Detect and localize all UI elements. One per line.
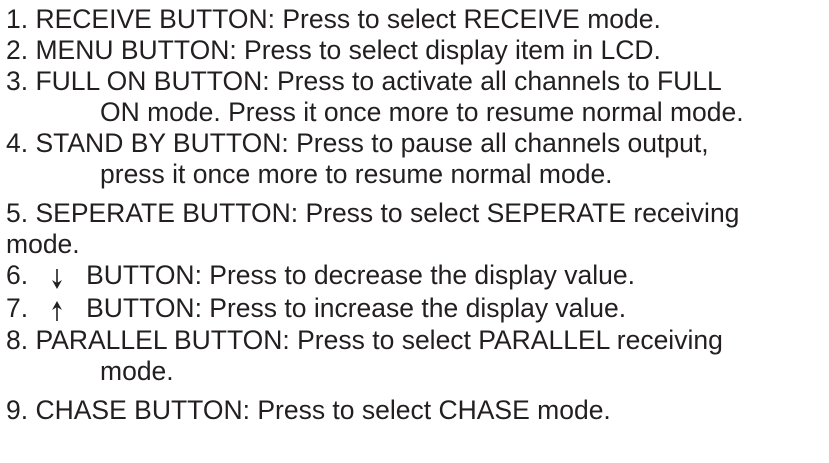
button-description-list: 1. RECEIVE BUTTON: Press to select RECEI… [6,4,826,426]
item-text-continued: mode. [6,229,80,259]
item-number: 6. [6,260,29,290]
item-text-continued: mode. [100,356,174,386]
list-item-5: 5. SEPERATE BUTTON: Press to select SEPE… [6,198,826,260]
item-text: CHASE BUTTON: Press to select CHASE mode… [35,395,611,425]
item-text: MENU BUTTON: Press to select display ite… [35,35,661,65]
item-text-continued: press it once more to resume normal mode… [100,159,613,189]
item-text: BUTTON: Press to decrease the display va… [86,260,636,290]
list-item-1: 1. RECEIVE BUTTON: Press to select RECEI… [6,4,826,35]
item-number: 5. [6,198,29,228]
item-number: 1. [6,4,29,34]
item-text: PARALLEL BUTTON: Press to select PARALLE… [35,325,723,355]
list-item-3: 3. FULL ON BUTTON: Press to activate all… [6,66,826,128]
list-item-7: 7. BUTTON: Press to increase the display … [6,293,826,326]
up-arrow-icon [38,294,76,325]
item-text: STAND BY BUTTON: Press to pause all chan… [35,128,709,158]
list-item-8: 8. PARALLEL BUTTON: Press to select PARA… [6,325,826,387]
item-number: 9. [6,395,29,425]
item-text-continued: ON mode. Press it once more to resume no… [100,97,744,127]
item-text: BUTTON: Press to increase the display va… [86,292,627,323]
item-number: 4. [6,128,29,158]
list-item-6: 6. BUTTON: Press to decrease the display … [6,260,826,293]
item-number: 3. [6,66,29,96]
item-number: 8. [6,325,29,355]
item-text: RECEIVE BUTTON: Press to select RECEIVE … [35,4,661,34]
item-text: SEPERATE BUTTON: Press to select SEPERAT… [35,198,740,228]
item-number: 7. [6,292,29,323]
item-number: 2. [6,35,29,65]
list-item-2: 2. MENU BUTTON: Press to select display … [6,35,826,66]
list-item-9: 9. CHASE BUTTON: Press to select CHASE m… [6,395,826,426]
item-text: FULL ON BUTTON: Press to activate all ch… [35,66,722,96]
list-item-4: 4. STAND BY BUTTON: Press to pause all c… [6,128,826,190]
down-arrow-icon [38,262,76,293]
